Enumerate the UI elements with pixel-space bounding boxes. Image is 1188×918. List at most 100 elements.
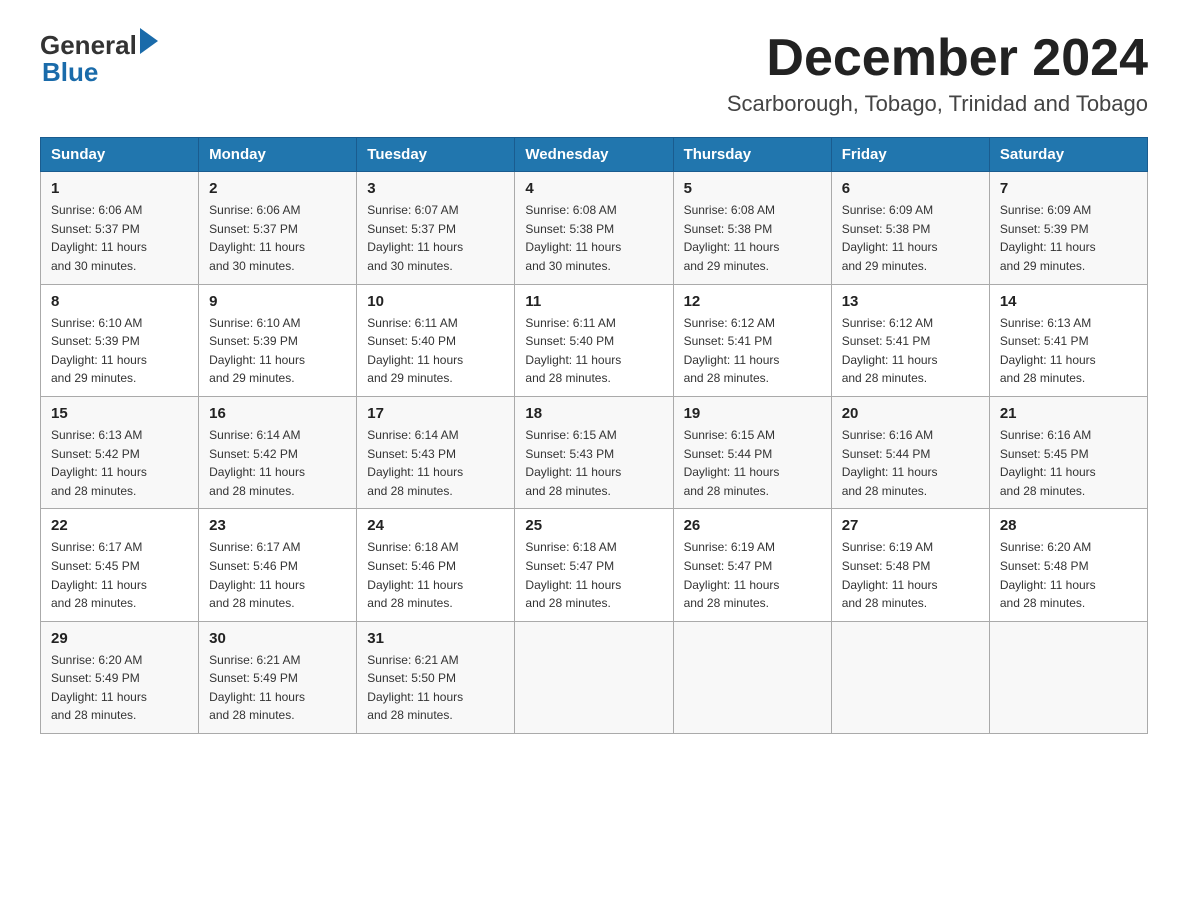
day-info: Sunrise: 6:14 AMSunset: 5:43 PMDaylight:… bbox=[367, 426, 504, 500]
calendar-cell: 10Sunrise: 6:11 AMSunset: 5:40 PMDayligh… bbox=[357, 284, 515, 396]
day-info: Sunrise: 6:20 AMSunset: 5:49 PMDaylight:… bbox=[51, 651, 188, 725]
calendar-cell bbox=[673, 621, 831, 733]
day-info: Sunrise: 6:13 AMSunset: 5:42 PMDaylight:… bbox=[51, 426, 188, 500]
calendar-cell: 24 Sunrise: 6:18 AMSunset: 5:46 PMDayligh… bbox=[357, 509, 515, 621]
day-info: Sunrise: 6:18 AMSunset: 5:46 PMDaylight:… bbox=[367, 538, 504, 612]
header-day-tuesday: Tuesday bbox=[357, 138, 515, 172]
day-number: 10 bbox=[367, 293, 504, 310]
calendar-cell: 1Sunrise: 6:06 AMSunset: 5:37 PMDaylight… bbox=[41, 172, 199, 284]
calendar-cell: 22 Sunrise: 6:17 AMSunset: 5:45 PMDayligh… bbox=[41, 509, 199, 621]
day-number: 21 bbox=[1000, 405, 1137, 422]
calendar-body: 1Sunrise: 6:06 AMSunset: 5:37 PMDaylight… bbox=[41, 172, 1148, 734]
day-number: 16 bbox=[209, 405, 346, 422]
calendar-cell bbox=[989, 621, 1147, 733]
day-info: Sunrise: 6:07 AMSunset: 5:37 PMDaylight:… bbox=[367, 201, 504, 275]
calendar-cell: 30Sunrise: 6:21 AMSunset: 5:49 PMDayligh… bbox=[199, 621, 357, 733]
day-number: 14 bbox=[1000, 293, 1137, 310]
day-number: 12 bbox=[684, 293, 821, 310]
calendar-cell: 19Sunrise: 6:15 AMSunset: 5:44 PMDayligh… bbox=[673, 396, 831, 508]
week-row-2: 8 Sunrise: 6:10 AMSunset: 5:39 PMDaylight… bbox=[41, 284, 1148, 396]
day-number: 22 bbox=[51, 517, 188, 534]
header-day-thursday: Thursday bbox=[673, 138, 831, 172]
calendar-cell: 23 Sunrise: 6:17 AMSunset: 5:46 PMDayligh… bbox=[199, 509, 357, 621]
day-info: Sunrise: 6:10 AMSunset: 5:39 PMDaylight:… bbox=[51, 314, 188, 388]
logo: General Blue bbox=[40, 30, 158, 88]
calendar-cell: 9Sunrise: 6:10 AMSunset: 5:39 PMDaylight… bbox=[199, 284, 357, 396]
day-number: 18 bbox=[525, 405, 662, 422]
header-day-wednesday: Wednesday bbox=[515, 138, 673, 172]
calendar-cell: 12Sunrise: 6:12 AMSunset: 5:41 PMDayligh… bbox=[673, 284, 831, 396]
calendar-cell: 21 Sunrise: 6:16 AMSunset: 5:45 PMDayligh… bbox=[989, 396, 1147, 508]
day-number: 6 bbox=[842, 180, 979, 197]
calendar-cell: 25 Sunrise: 6:18 AMSunset: 5:47 PMDayligh… bbox=[515, 509, 673, 621]
day-number: 2 bbox=[209, 180, 346, 197]
location-subtitle: Scarborough, Tobago, Trinidad and Tobago bbox=[727, 91, 1148, 117]
day-info: Sunrise: 6:18 AMSunset: 5:47 PMDaylight:… bbox=[525, 538, 662, 612]
day-info: Sunrise: 6:20 AMSunset: 5:48 PMDaylight:… bbox=[1000, 538, 1137, 612]
day-info: Sunrise: 6:08 AMSunset: 5:38 PMDaylight:… bbox=[525, 201, 662, 275]
day-number: 20 bbox=[842, 405, 979, 422]
day-number: 3 bbox=[367, 180, 504, 197]
day-info: Sunrise: 6:21 AMSunset: 5:50 PMDaylight:… bbox=[367, 651, 504, 725]
day-number: 24 bbox=[367, 517, 504, 534]
calendar-cell: 6 Sunrise: 6:09 AMSunset: 5:38 PMDaylight… bbox=[831, 172, 989, 284]
day-info: Sunrise: 6:12 AMSunset: 5:41 PMDaylight:… bbox=[842, 314, 979, 388]
header-row: SundayMondayTuesdayWednesdayThursdayFrid… bbox=[41, 138, 1148, 172]
calendar-cell: 13 Sunrise: 6:12 AMSunset: 5:41 PMDayligh… bbox=[831, 284, 989, 396]
day-info: Sunrise: 6:17 AMSunset: 5:46 PMDaylight:… bbox=[209, 538, 346, 612]
calendar-header: SundayMondayTuesdayWednesdayThursdayFrid… bbox=[41, 138, 1148, 172]
logo-arrow-icon bbox=[140, 28, 158, 54]
day-number: 29 bbox=[51, 630, 188, 647]
week-row-1: 1Sunrise: 6:06 AMSunset: 5:37 PMDaylight… bbox=[41, 172, 1148, 284]
calendar-cell: 11Sunrise: 6:11 AMSunset: 5:40 PMDayligh… bbox=[515, 284, 673, 396]
day-number: 27 bbox=[842, 517, 979, 534]
day-info: Sunrise: 6:13 AMSunset: 5:41 PMDaylight:… bbox=[1000, 314, 1137, 388]
page-header: General Blue December 2024 Scarborough, … bbox=[40, 30, 1148, 117]
day-number: 13 bbox=[842, 293, 979, 310]
calendar-cell: 8 Sunrise: 6:10 AMSunset: 5:39 PMDaylight… bbox=[41, 284, 199, 396]
day-info: Sunrise: 6:15 AMSunset: 5:44 PMDaylight:… bbox=[684, 426, 821, 500]
calendar-cell: 4 Sunrise: 6:08 AMSunset: 5:38 PMDaylight… bbox=[515, 172, 673, 284]
calendar-cell: 29 Sunrise: 6:20 AMSunset: 5:49 PMDayligh… bbox=[41, 621, 199, 733]
title-area: December 2024 Scarborough, Tobago, Trini… bbox=[727, 30, 1148, 117]
day-info: Sunrise: 6:21 AMSunset: 5:49 PMDaylight:… bbox=[209, 651, 346, 725]
day-info: Sunrise: 6:06 AMSunset: 5:37 PMDaylight:… bbox=[51, 201, 188, 275]
header-day-friday: Friday bbox=[831, 138, 989, 172]
day-info: Sunrise: 6:19 AMSunset: 5:48 PMDaylight:… bbox=[842, 538, 979, 612]
calendar-cell bbox=[831, 621, 989, 733]
day-info: Sunrise: 6:14 AMSunset: 5:42 PMDaylight:… bbox=[209, 426, 346, 500]
calendar-cell: 27 Sunrise: 6:19 AMSunset: 5:48 PMDayligh… bbox=[831, 509, 989, 621]
month-title: December 2024 bbox=[727, 30, 1148, 87]
day-info: Sunrise: 6:11 AMSunset: 5:40 PMDaylight:… bbox=[525, 314, 662, 388]
day-number: 8 bbox=[51, 293, 188, 310]
day-number: 15 bbox=[51, 405, 188, 422]
day-number: 31 bbox=[367, 630, 504, 647]
day-number: 25 bbox=[525, 517, 662, 534]
calendar-cell: 26Sunrise: 6:19 AMSunset: 5:47 PMDayligh… bbox=[673, 509, 831, 621]
calendar-cell: 7Sunrise: 6:09 AMSunset: 5:39 PMDaylight… bbox=[989, 172, 1147, 284]
calendar-cell: 17 Sunrise: 6:14 AMSunset: 5:43 PMDayligh… bbox=[357, 396, 515, 508]
calendar-cell: 18 Sunrise: 6:15 AMSunset: 5:43 PMDayligh… bbox=[515, 396, 673, 508]
day-info: Sunrise: 6:10 AMSunset: 5:39 PMDaylight:… bbox=[209, 314, 346, 388]
day-info: Sunrise: 6:09 AMSunset: 5:39 PMDaylight:… bbox=[1000, 201, 1137, 275]
day-number: 23 bbox=[209, 517, 346, 534]
calendar-cell bbox=[515, 621, 673, 733]
calendar-cell: 15 Sunrise: 6:13 AMSunset: 5:42 PMDayligh… bbox=[41, 396, 199, 508]
day-info: Sunrise: 6:09 AMSunset: 5:38 PMDaylight:… bbox=[842, 201, 979, 275]
week-row-5: 29 Sunrise: 6:20 AMSunset: 5:49 PMDayligh… bbox=[41, 621, 1148, 733]
logo-blue-text: Blue bbox=[40, 57, 98, 88]
calendar-cell: 31 Sunrise: 6:21 AMSunset: 5:50 PMDayligh… bbox=[357, 621, 515, 733]
day-info: Sunrise: 6:15 AMSunset: 5:43 PMDaylight:… bbox=[525, 426, 662, 500]
calendar-cell: 20 Sunrise: 6:16 AMSunset: 5:44 PMDayligh… bbox=[831, 396, 989, 508]
day-number: 4 bbox=[525, 180, 662, 197]
header-day-saturday: Saturday bbox=[989, 138, 1147, 172]
day-info: Sunrise: 6:19 AMSunset: 5:47 PMDaylight:… bbox=[684, 538, 821, 612]
day-info: Sunrise: 6:17 AMSunset: 5:45 PMDaylight:… bbox=[51, 538, 188, 612]
day-info: Sunrise: 6:16 AMSunset: 5:45 PMDaylight:… bbox=[1000, 426, 1137, 500]
header-day-sunday: Sunday bbox=[41, 138, 199, 172]
day-info: Sunrise: 6:16 AMSunset: 5:44 PMDaylight:… bbox=[842, 426, 979, 500]
day-number: 28 bbox=[1000, 517, 1137, 534]
day-number: 5 bbox=[684, 180, 821, 197]
day-number: 17 bbox=[367, 405, 504, 422]
calendar-cell: 28 Sunrise: 6:20 AMSunset: 5:48 PMDayligh… bbox=[989, 509, 1147, 621]
